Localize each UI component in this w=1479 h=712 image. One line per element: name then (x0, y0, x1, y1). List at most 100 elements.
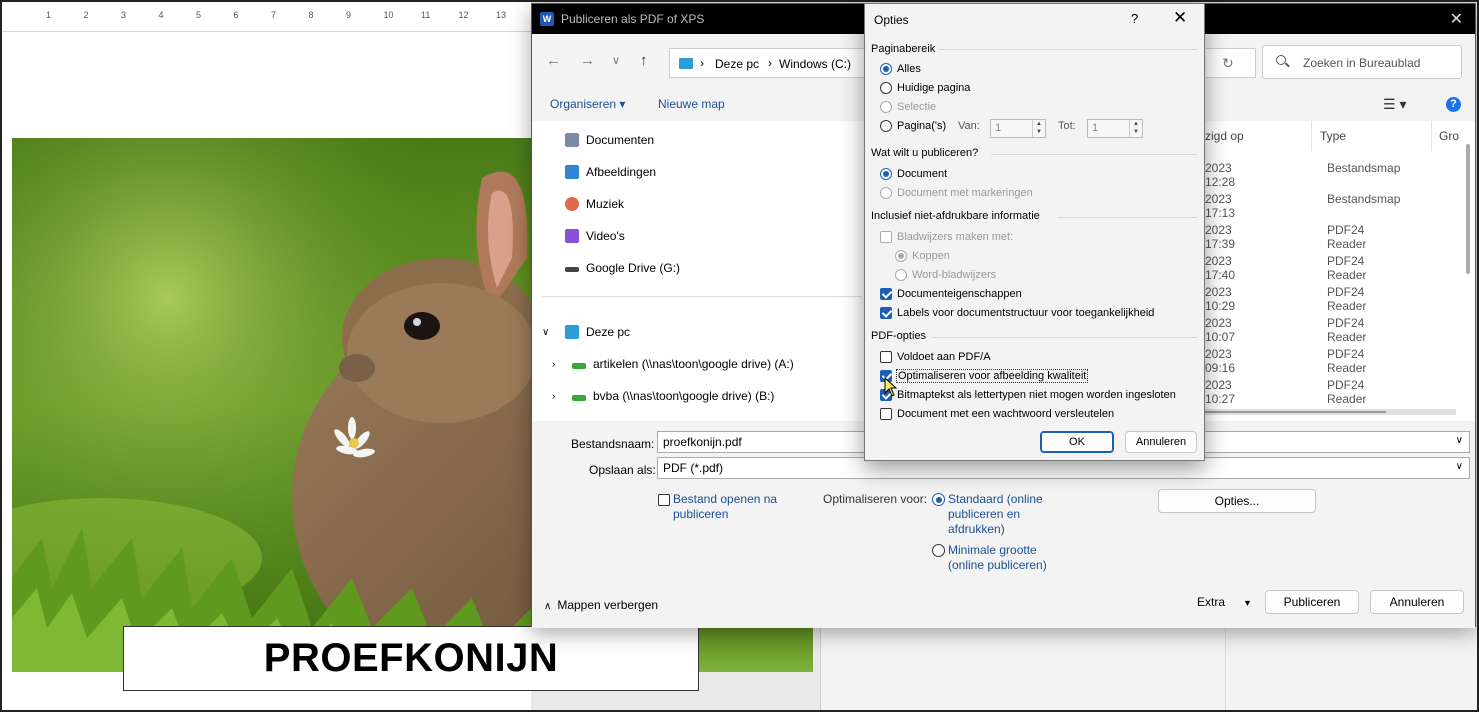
tree-drive-b[interactable]: › bvba (\\nas\toon\google drive) (B:) (552, 385, 774, 407)
organize-button[interactable]: Organiseren ▾ (550, 97, 625, 111)
divider (1225, 628, 1226, 712)
address-segment-drive[interactable]: Windows (C:) (779, 57, 851, 71)
options-dialog-title: Opties (874, 13, 909, 27)
videos-icon (565, 229, 579, 243)
page-range-current-label[interactable]: Huidige pagina (897, 82, 970, 94)
page-range-selection-label: Selectie (897, 101, 937, 113)
file-type: PDF24 Reader (1327, 254, 1367, 282)
page-range-pages-label[interactable]: Pagina('s) (897, 120, 946, 132)
optimize-minimum-radio[interactable] (932, 544, 945, 557)
chevron-down-icon[interactable]: ∨ (1456, 435, 1463, 446)
nonprint-heading: Inclusief niet-afdrukbare informatie (871, 210, 1040, 222)
page-range-all-radio[interactable] (880, 63, 892, 75)
this-pc-icon (565, 325, 579, 339)
nav-item-google-drive[interactable]: Google Drive (G:) (565, 257, 680, 279)
bitmap-text-label[interactable]: Bitmaptekst als lettertypen niet mogen w… (897, 389, 1176, 401)
ruler-number: 8 (308, 10, 314, 20)
file-date: 2023 17:40 (1205, 254, 1236, 282)
page-range-selection-radio (880, 101, 892, 113)
file-type: PDF24 Reader (1327, 285, 1367, 313)
page-range-current-radio[interactable] (880, 82, 892, 94)
ok-button[interactable]: OK (1040, 431, 1114, 453)
optimize-image-label[interactable]: Optimaliseren voor afbeelding kwaliteit (895, 369, 1089, 383)
vertical-scrollbar[interactable] (1466, 144, 1470, 274)
nav-item-documents[interactable]: Documenten (565, 129, 654, 151)
spinner-arrows-icon[interactable]: ▲ ▼ (1129, 120, 1142, 137)
options-cancel-button[interactable]: Annuleren (1125, 431, 1197, 453)
nav-item-music[interactable]: Muziek (565, 193, 624, 215)
close-icon[interactable]: ✕ (1173, 8, 1187, 28)
publish-button[interactable]: Publiceren (1265, 590, 1359, 614)
optimize-minimum-label[interactable]: Minimale grootte (online publiceren) (948, 543, 1047, 573)
file-type: Bestandsmap (1327, 192, 1401, 206)
encrypt-label[interactable]: Document met een wachtwoord versleutelen (897, 408, 1114, 420)
options-dialog-titlebar: Opties ? ✕ (865, 4, 1204, 34)
file-type: PDF24 Reader (1327, 347, 1367, 375)
help-icon[interactable]: ? (1446, 97, 1461, 112)
ruler-number: 9 (346, 10, 352, 20)
pdfa-label[interactable]: Voldoet aan PDF/A (897, 351, 991, 363)
open-after-publish-label[interactable]: Bestand openen na publiceren (673, 492, 777, 522)
page-range-all-label[interactable]: Alles (897, 63, 921, 75)
chevron-right-icon[interactable]: › (552, 391, 566, 402)
from-page-spinner[interactable]: 1 ▲ ▼ (990, 119, 1046, 138)
nav-item-videos[interactable]: Video's (565, 225, 625, 247)
options-button[interactable]: Opties... (1158, 489, 1316, 513)
encrypt-checkbox[interactable] (880, 408, 892, 420)
column-size[interactable]: Gro (1439, 129, 1459, 143)
open-after-publish-checkbox[interactable] (658, 494, 670, 506)
network-drive-icon (572, 395, 586, 401)
spinner-arrows-icon[interactable]: ▲ ▼ (1032, 120, 1045, 137)
publish-dialog-title: Publiceren als PDF of XPS (561, 12, 705, 26)
back-arrow-icon[interactable]: ← (546, 52, 561, 69)
tools-menu[interactable]: Extra ▼ (1197, 595, 1252, 609)
music-icon (565, 197, 579, 211)
document-properties-label[interactable]: Documenteigenschappen (897, 288, 1022, 300)
help-icon[interactable]: ? (1131, 11, 1138, 26)
new-folder-button[interactable]: Nieuwe map (658, 97, 725, 111)
column-type[interactable]: Type (1320, 129, 1346, 143)
up-arrow-icon[interactable]: ↑ (640, 52, 648, 69)
tree-drive-a[interactable]: › artikelen (\\nas\toon\google drive) (A:… (552, 353, 794, 375)
nav-item-pictures[interactable]: Afbeeldingen (565, 161, 656, 183)
page-range-pages-radio[interactable] (880, 120, 892, 132)
search-icon (1276, 55, 1286, 65)
document-properties-checkbox[interactable] (880, 288, 892, 300)
refresh-icon[interactable]: ↻ (1222, 55, 1234, 72)
address-bar[interactable]: › Deze pc › Windows (C:) (669, 48, 869, 78)
column-modified[interactable]: zigd op (1205, 129, 1244, 143)
filename-label: Bestandsnaam: (571, 437, 655, 451)
chevron-right-icon[interactable]: › (552, 359, 566, 370)
optimize-standard-radio[interactable] (932, 493, 945, 506)
ruler-number: 11 (421, 10, 431, 20)
publish-what-heading: Wat wilt u publiceren? (871, 147, 979, 159)
pdfa-checkbox[interactable] (880, 351, 892, 363)
tree-this-pc[interactable]: ∨ Deze pc (542, 321, 630, 343)
address-segment-pc[interactable]: Deze pc (715, 57, 759, 71)
photo-fragment (698, 627, 813, 672)
file-date: 2023 12:28 (1205, 161, 1236, 189)
chevron-down-icon[interactable]: ∨ (1456, 461, 1463, 472)
publish-document-radio[interactable] (880, 168, 892, 180)
optimize-standard-label[interactable]: Standaard (online publiceren en afdrukken) (948, 492, 1043, 537)
close-icon[interactable]: ✕ (1450, 9, 1463, 29)
ruler-number: 5 (196, 10, 202, 20)
pictures-icon (565, 165, 579, 179)
ruler-number: 4 (158, 10, 164, 20)
forward-arrow-icon[interactable]: → (580, 52, 595, 69)
view-menu-icon[interactable]: ☰ ▾ (1383, 96, 1406, 113)
cancel-button[interactable]: Annuleren (1370, 590, 1464, 614)
publish-document-label[interactable]: Document (897, 168, 947, 180)
search-placeholder: Zoeken in Bureaublad (1303, 56, 1421, 70)
hide-folders-toggle[interactable]: ∧ Mappen verbergen (544, 598, 658, 612)
ruler-number: 10 (383, 10, 394, 20)
recent-chevron-icon[interactable]: ∨ (612, 54, 620, 67)
ruler-number: 3 (121, 10, 127, 20)
search-input[interactable]: Zoeken in Bureaublad (1262, 45, 1462, 79)
structure-tags-checkbox[interactable] (880, 307, 892, 319)
ruler-number: 13 (496, 10, 507, 20)
network-drive-icon (572, 363, 586, 369)
to-page-spinner[interactable]: 1 ▲ ▼ (1087, 119, 1143, 138)
chevron-down-icon[interactable]: ∨ (542, 327, 556, 338)
structure-tags-label[interactable]: Labels voor documentstructuur voor toega… (897, 307, 1154, 319)
